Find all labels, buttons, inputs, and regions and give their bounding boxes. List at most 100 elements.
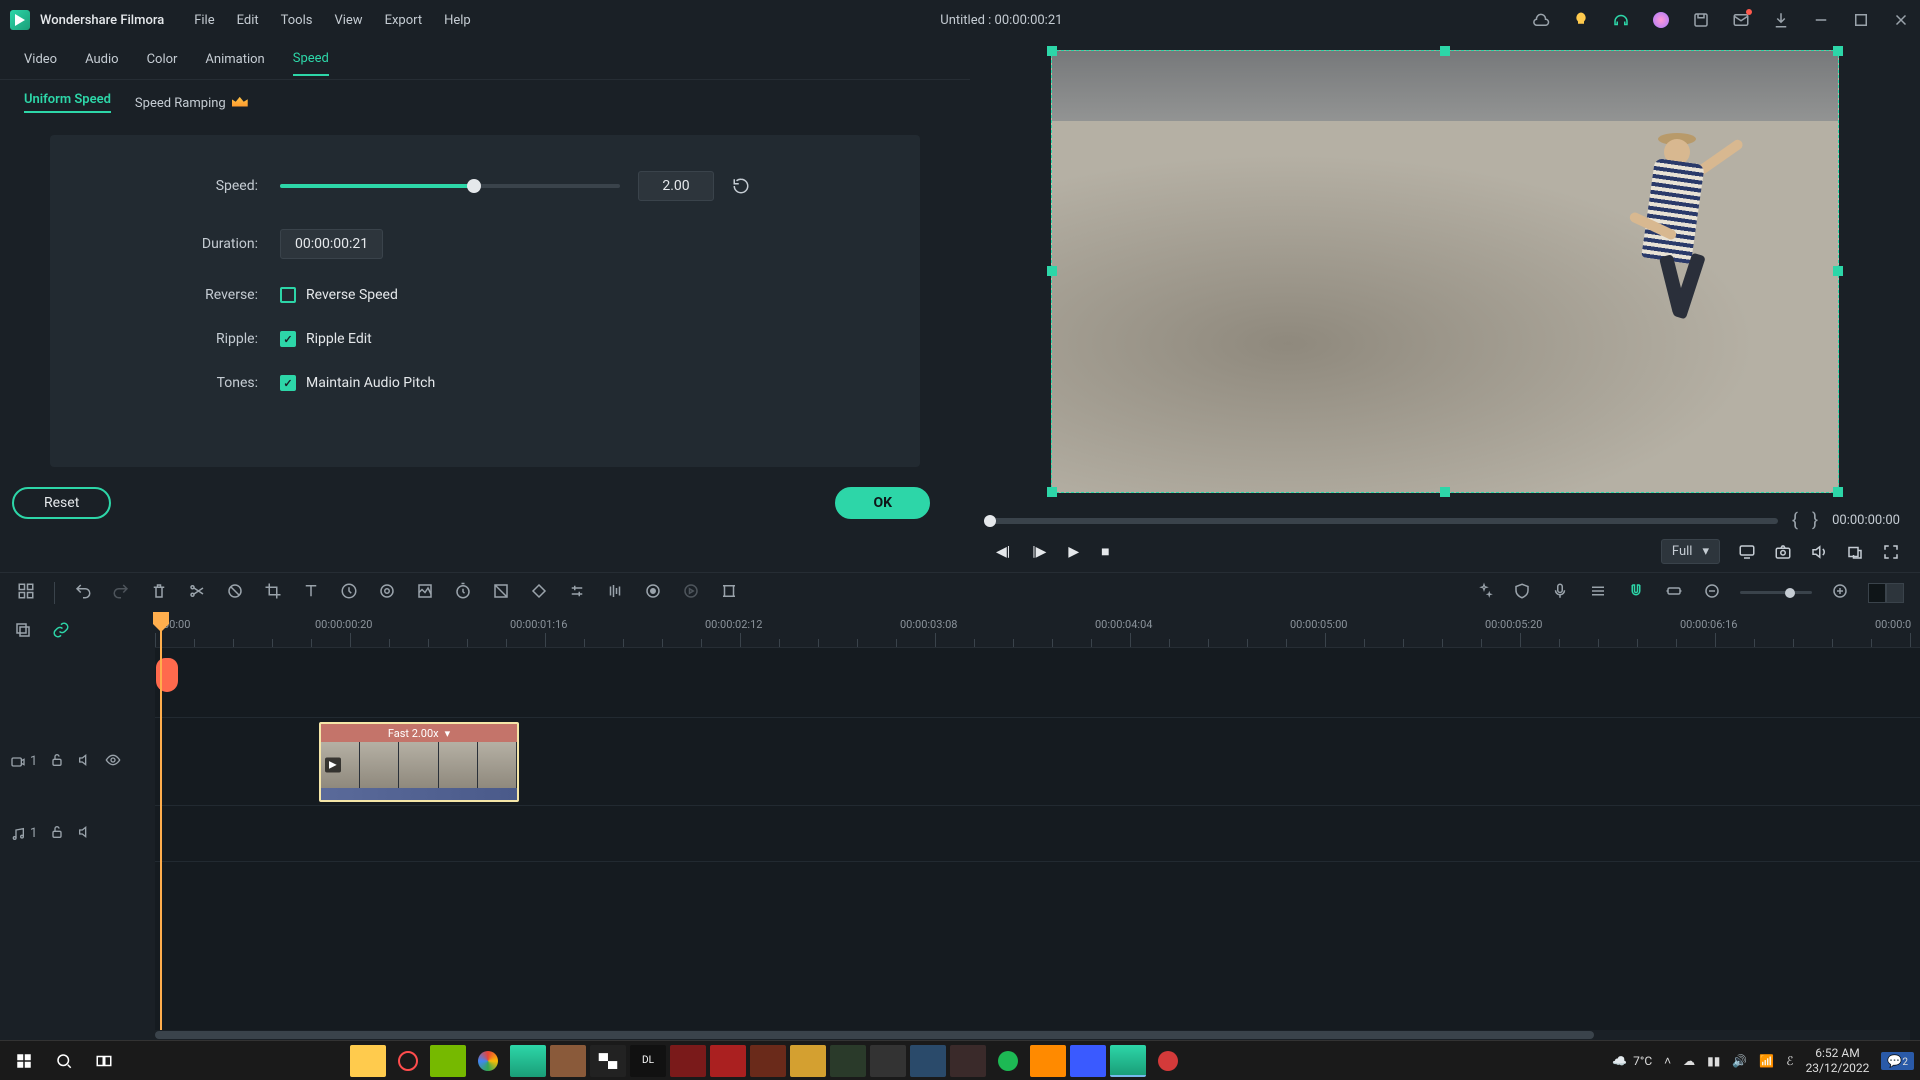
prev-frame-icon[interactable]: ◀| xyxy=(996,544,1010,560)
undo-icon[interactable] xyxy=(73,582,93,604)
tones-checkbox[interactable] xyxy=(280,375,296,391)
playhead[interactable] xyxy=(160,612,162,1030)
resize-handle[interactable] xyxy=(1833,266,1843,276)
audio-track[interactable]: 1 xyxy=(155,806,1920,862)
tray-volume-icon[interactable]: 🔊 xyxy=(1732,1054,1747,1068)
start-button[interactable] xyxy=(6,1045,42,1077)
cloud-icon[interactable] xyxy=(1532,11,1550,29)
mute-icon[interactable] xyxy=(77,752,93,772)
lightbulb-icon[interactable] xyxy=(1572,11,1590,29)
magnet-icon[interactable] xyxy=(1626,582,1646,604)
speed-slider[interactable] xyxy=(280,184,620,188)
detect-icon[interactable] xyxy=(491,582,511,604)
redo-icon[interactable] xyxy=(111,582,131,604)
tray-language-icon[interactable]: ℰ xyxy=(1786,1054,1793,1068)
volume-icon[interactable] xyxy=(1810,543,1828,561)
audio-mix-icon[interactable] xyxy=(605,582,625,604)
taskbar-app[interactable] xyxy=(510,1045,546,1077)
resize-handle[interactable] xyxy=(1833,46,1843,56)
taskbar-app[interactable] xyxy=(470,1045,506,1077)
tab-animation[interactable]: Animation xyxy=(205,52,264,75)
mic-icon[interactable] xyxy=(1550,582,1570,604)
resize-handle[interactable] xyxy=(1047,487,1057,497)
lock-icon[interactable] xyxy=(49,752,65,772)
split-icon[interactable] xyxy=(187,582,207,604)
tab-speed[interactable]: Speed xyxy=(293,51,329,76)
taskbar-app[interactable]: DL xyxy=(630,1045,666,1077)
tray-battery-icon[interactable]: ▮▮ xyxy=(1707,1054,1720,1068)
mute-icon[interactable] xyxy=(77,824,93,844)
export-frame-icon[interactable] xyxy=(1846,543,1864,561)
ripple-checkbox[interactable] xyxy=(280,331,296,347)
taskbar-app[interactable] xyxy=(870,1045,906,1077)
tab-color[interactable]: Color xyxy=(147,52,178,75)
render-icon[interactable] xyxy=(681,582,701,604)
headphones-icon[interactable] xyxy=(1612,11,1630,29)
next-frame-icon[interactable]: |▶ xyxy=(1032,544,1046,560)
duration-icon[interactable] xyxy=(453,582,473,604)
subtab-uniform-speed[interactable]: Uniform Speed xyxy=(24,92,111,113)
timeline-clip[interactable]: Fast 2.00x▾ xyxy=(319,722,519,802)
snapshot-icon[interactable] xyxy=(1774,543,1792,561)
visibility-icon[interactable] xyxy=(105,752,121,772)
taskbar-app[interactable] xyxy=(1070,1045,1106,1077)
zoom-slider[interactable] xyxy=(1740,591,1812,594)
resize-handle[interactable] xyxy=(1833,487,1843,497)
system-clock[interactable]: 6:52 AM 23/12/2022 xyxy=(1806,1046,1870,1075)
color-icon[interactable] xyxy=(377,582,397,604)
resize-handle[interactable] xyxy=(1047,46,1057,56)
resize-handle[interactable] xyxy=(1047,266,1057,276)
speed-tool-icon[interactable] xyxy=(339,582,359,604)
menu-edit[interactable]: Edit xyxy=(237,13,259,28)
taskbar-app[interactable] xyxy=(1150,1045,1186,1077)
mixer-icon[interactable] xyxy=(1588,582,1608,604)
lock-icon[interactable] xyxy=(49,824,65,844)
preview-scrubber[interactable] xyxy=(990,518,1778,524)
reset-button[interactable]: Reset xyxy=(12,487,111,519)
resize-handle[interactable] xyxy=(1440,46,1450,56)
reverse-checkbox[interactable] xyxy=(280,287,296,303)
zoom-in-icon[interactable] xyxy=(1830,582,1850,604)
taskbar-app-filmora[interactable] xyxy=(1110,1045,1146,1077)
taskbar-app[interactable] xyxy=(910,1045,946,1077)
resize-handle[interactable] xyxy=(1440,487,1450,497)
save-icon[interactable] xyxy=(1692,11,1710,29)
timeline-ruler[interactable]: 00:00 00:00:00:20 00:00:01:16 00:00:02:1… xyxy=(155,612,1920,648)
mark-out-button[interactable]: } xyxy=(1812,510,1818,531)
fullscreen-icon[interactable] xyxy=(1882,543,1900,561)
stop-icon[interactable]: ■ xyxy=(1101,543,1109,560)
greenscreen-icon[interactable] xyxy=(415,582,435,604)
record-icon[interactable] xyxy=(643,582,663,604)
maximize-icon[interactable] xyxy=(1852,11,1870,29)
taskbar-app[interactable]: ▀▄ xyxy=(590,1045,626,1077)
display-icon[interactable] xyxy=(1738,543,1756,561)
timeline-hscroll[interactable] xyxy=(155,1030,1910,1040)
taskbar-app[interactable] xyxy=(830,1045,866,1077)
menu-help[interactable]: Help xyxy=(444,13,471,28)
mark-in-button[interactable]: { xyxy=(1792,510,1798,531)
video-track[interactable]: 1 Fast 2.00x▾ xyxy=(155,718,1920,806)
delete-icon[interactable] xyxy=(149,582,169,604)
taskbar-app[interactable] xyxy=(550,1045,586,1077)
taskbar-app[interactable] xyxy=(1030,1045,1066,1077)
download-icon[interactable] xyxy=(1772,11,1790,29)
messages-icon[interactable] xyxy=(1732,11,1750,29)
subtab-speed-ramping[interactable]: Speed Ramping xyxy=(135,95,248,111)
search-button[interactable] xyxy=(46,1045,82,1077)
text-icon[interactable] xyxy=(301,582,321,604)
play-icon[interactable]: ▶ xyxy=(1068,544,1079,560)
shield-icon[interactable] xyxy=(1512,582,1532,604)
minimize-icon[interactable] xyxy=(1812,11,1830,29)
adjust-icon[interactable] xyxy=(567,582,587,604)
taskbar-app[interactable] xyxy=(670,1045,706,1077)
taskbar-app[interactable] xyxy=(990,1045,1026,1077)
menu-tools[interactable]: Tools xyxy=(281,13,313,28)
speed-reset-icon[interactable] xyxy=(732,177,750,195)
menu-file[interactable]: File xyxy=(194,13,214,28)
taskbar-app[interactable] xyxy=(430,1045,466,1077)
crop-icon[interactable] xyxy=(263,582,283,604)
profile-icon[interactable] xyxy=(1652,11,1670,29)
tab-video[interactable]: Video xyxy=(24,52,57,75)
view-toggle[interactable] xyxy=(1868,583,1904,603)
taskbar-app[interactable] xyxy=(390,1045,426,1077)
